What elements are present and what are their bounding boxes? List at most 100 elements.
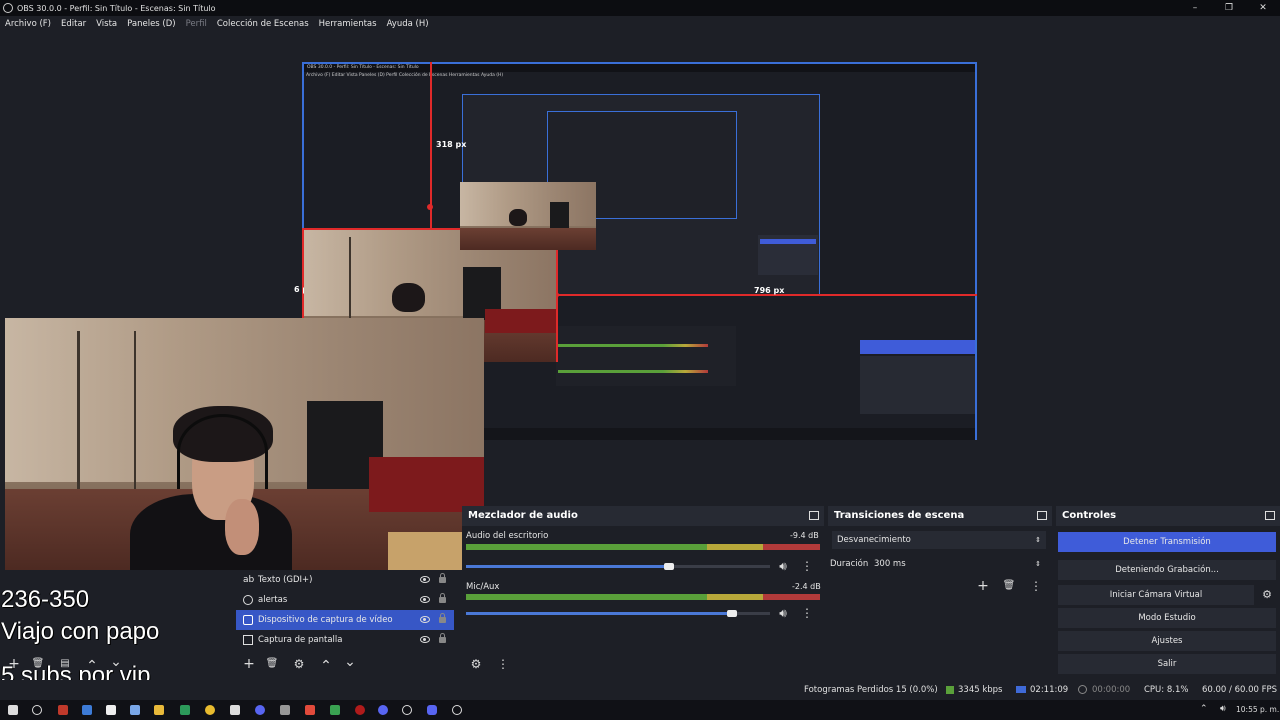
document-icon[interactable] (106, 705, 116, 715)
app-icon-1[interactable] (58, 705, 68, 715)
track-menu-icon-2[interactable]: ⋮ (799, 605, 815, 621)
window-title: OBS 30.0.0 - Perfil: Sin Título - Escena… (17, 3, 216, 13)
nested-mixer (556, 326, 736, 386)
nested-webcam-feed-small (460, 182, 596, 250)
mixer-title: Mezclador de audio (468, 510, 578, 521)
controls-float-icon[interactable] (1265, 511, 1275, 520)
maximize-button[interactable]: ❐ (1212, 0, 1246, 16)
transition-select-value: Desvanecimiento (837, 535, 911, 545)
stopping-recording-button[interactable]: Deteniendo Grabación... (1058, 560, 1276, 580)
mixer-track-db-2: -2.4 dB (792, 582, 821, 591)
discord-icon[interactable] (255, 705, 265, 715)
photos-icon[interactable] (130, 705, 140, 715)
browser-icon (243, 595, 253, 605)
menu-paneles[interactable]: Paneles (D) (122, 19, 180, 29)
source-label: Texto (GDI+) (258, 575, 313, 585)
source-item-captura-video[interactable]: Dispositivo de captura de vídeo (236, 610, 454, 630)
transition-select[interactable]: Desvanecimiento ⇕ (832, 531, 1046, 549)
clock[interactable]: 10:55 p. m. (1236, 705, 1279, 714)
mixer-float-icon[interactable] (809, 511, 819, 520)
menu-ayuda[interactable]: Ayuda (H) (382, 19, 434, 29)
remove-transition-icon[interactable]: 🗑︎ (1001, 578, 1017, 594)
app-icon-2[interactable] (180, 705, 190, 715)
nested-controls (860, 356, 975, 414)
speaker-icon-1[interactable]: 🔊︎ (775, 558, 791, 574)
transitions-float-icon[interactable] (1037, 511, 1047, 520)
source-settings-icon[interactable]: ⚙ (291, 656, 307, 672)
volume-slider-track-1 (669, 565, 770, 568)
search-icon[interactable] (32, 705, 42, 715)
stop-streaming-button[interactable]: Detener Transmisión (1058, 532, 1276, 552)
studio-mode-button[interactable]: Modo Estudio (1058, 608, 1276, 628)
start-icon[interactable] (8, 705, 18, 715)
mixer-track-name-2: Mic/Aux (466, 582, 500, 592)
meter-yellow-2 (706, 594, 764, 600)
speaker-icon-2[interactable]: 🔊︎ (775, 605, 791, 621)
exit-button[interactable]: Salir (1058, 654, 1276, 674)
bed (485, 309, 556, 333)
spin-arrows-icon: ⇕ (1035, 560, 1041, 568)
overlay-text-line-1: 236-350 (1, 586, 90, 613)
source-item-captura-pantalla[interactable]: Captura de pantalla (236, 630, 454, 650)
tray-chevron-icon[interactable]: ⌃ (1200, 704, 1208, 714)
lock-icon[interactable] (439, 633, 446, 643)
folder-icon[interactable] (154, 705, 164, 715)
settings-taskbar-icon[interactable] (452, 705, 462, 715)
volume-slider-fill-2 (466, 612, 732, 615)
menu-vista[interactable]: Vista (91, 19, 122, 29)
start-virtual-camera-button[interactable]: Iniciar Cámara Virtual (1058, 585, 1254, 605)
transition-menu-icon[interactable]: ⋮ (1028, 578, 1044, 594)
mixer-menu-icon[interactable]: ⋮ (495, 656, 511, 672)
door-frame-2 (134, 330, 137, 502)
settings-button[interactable]: Ajustes (1058, 631, 1276, 651)
add-source-icon[interactable]: + (241, 656, 257, 672)
duration-spinbox[interactable]: 300 ms ⇕ (870, 555, 1046, 573)
menu-herramientas[interactable]: Herramientas (314, 19, 382, 29)
menu-coleccion-escenas[interactable]: Colección de Escenas (212, 19, 314, 29)
bed-main (369, 456, 484, 513)
mixer-header: Mezclador de audio (462, 506, 824, 526)
volume-slider-knob-1[interactable] (664, 563, 674, 570)
menu-archivo[interactable]: Archivo (F) (0, 19, 56, 29)
app-icon-6[interactable] (330, 705, 340, 715)
lock-icon[interactable] (439, 573, 446, 583)
obs-taskbar-icon[interactable] (402, 705, 412, 715)
mixer-advanced-icon[interactable]: ⚙ (468, 656, 484, 672)
move-down-icon[interactable]: ⌄ (342, 654, 358, 670)
source-item-alertas[interactable]: alertas (236, 590, 454, 610)
virtual-camera-settings-icon[interactable]: ⚙ (1259, 587, 1275, 603)
menu-editar[interactable]: Editar (56, 19, 91, 29)
app-icon-3[interactable] (230, 705, 240, 715)
app-icon-4[interactable] (280, 705, 290, 715)
close-button[interactable]: ✕ (1246, 0, 1280, 16)
minimize-button[interactable]: – (1178, 0, 1212, 16)
visibility-eye-icon[interactable] (420, 636, 430, 643)
app-icon-8[interactable] (378, 705, 388, 715)
steam-icon[interactable] (82, 705, 92, 715)
app-icon-5[interactable] (305, 705, 315, 715)
resize-handle-top[interactable] (427, 204, 433, 210)
bitrate: 3345 kbps (958, 685, 1003, 695)
move-up-icon[interactable]: ⌃ (318, 658, 334, 674)
text-icon: ab (243, 575, 255, 585)
stream-icon (1016, 686, 1026, 693)
app-icon-9[interactable] (427, 705, 437, 715)
source-item-texto[interactable]: ab Texto (GDI+) (236, 570, 454, 590)
source-label: Captura de pantalla (258, 635, 343, 645)
lock-icon[interactable] (439, 593, 446, 603)
volume-tray-icon[interactable]: 🔊︎ (1220, 704, 1226, 714)
obs-logo-icon (3, 3, 13, 13)
visibility-eye-icon[interactable] (420, 576, 430, 583)
remove-source-icon[interactable]: 🗑︎ (264, 656, 280, 672)
volume-slider-knob-2[interactable] (727, 610, 737, 617)
transitions-header: Transiciones de escena (828, 506, 1052, 526)
chrome-icon[interactable] (205, 705, 215, 715)
controls-header: Controles (1056, 506, 1280, 526)
add-transition-icon[interactable]: + (975, 578, 991, 594)
visibility-eye-icon[interactable] (420, 616, 430, 623)
track-menu-icon-1[interactable]: ⋮ (799, 558, 815, 574)
menu-bar: Archivo (F) Editar Vista Paneles (D) Per… (0, 16, 1280, 32)
visibility-eye-icon[interactable] (420, 596, 430, 603)
app-icon-7[interactable] (355, 705, 365, 715)
lock-icon[interactable] (439, 613, 446, 623)
